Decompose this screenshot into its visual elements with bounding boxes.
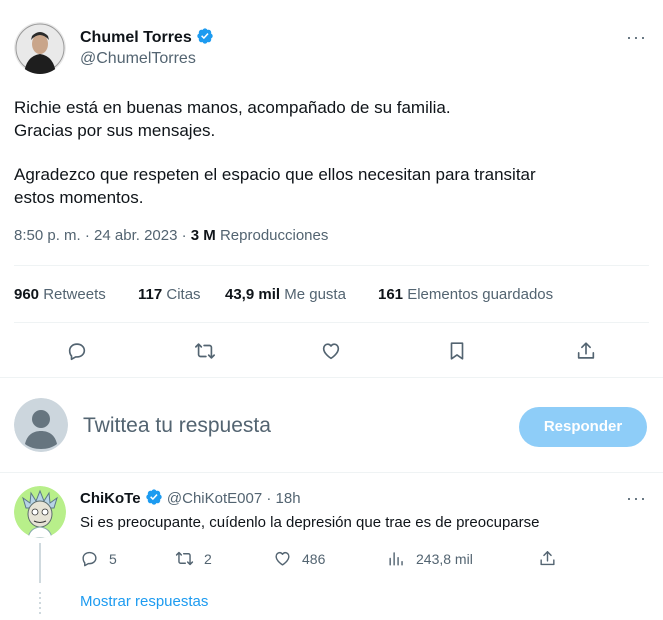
retweet-button[interactable] [194, 340, 216, 362]
stat-likes[interactable]: 43,9 mil Me gusta [225, 286, 346, 303]
author-avatar[interactable] [14, 22, 66, 74]
stat-quotes[interactable]: 117 Citas [138, 286, 201, 303]
show-replies-link[interactable]: Mostrar respuestas [80, 593, 208, 610]
more-icon[interactable]: ··· [626, 27, 647, 48]
divider [0, 472, 663, 473]
responder-button[interactable]: Responder [519, 407, 647, 447]
share-icon [540, 551, 555, 566]
stat-count: 161 [378, 286, 404, 303]
thread-line [39, 543, 41, 583]
tweet-meta: 8:50 p. m. · 24 abr. 2023 · 3 M Reproduc… [14, 227, 328, 244]
reply-header: ChiKoTe @ChiKotE007 · 18h [80, 488, 301, 507]
stat-count: 43,9 mil [225, 286, 281, 303]
reply-text: Si es preocupante, cuídenlo la depresión… [80, 514, 540, 531]
views-icon [389, 552, 403, 566]
reply-views-count: 243,8 mil [416, 550, 473, 567]
views-count: 3 M [190, 227, 216, 244]
reply-time[interactable]: · 18h [266, 490, 300, 507]
like-icon [275, 551, 290, 566]
bookmark-button[interactable] [446, 340, 468, 362]
reply-views-button[interactable]: 243,8 mil [387, 549, 473, 568]
reply-icon [68, 343, 86, 361]
reply-more-icon[interactable]: ··· [626, 488, 647, 509]
reply-author-handle[interactable]: @ChiKotE007 [167, 490, 262, 507]
tweet-timestamp[interactable]: 8:50 p. m. · 24 abr. 2023 · [14, 227, 187, 244]
stat-count: 117 [138, 286, 163, 303]
author-avatar-image [14, 22, 66, 74]
divider [14, 322, 649, 323]
divider [0, 377, 663, 378]
views-label: Reproducciones [219, 227, 329, 244]
retweet-icon [195, 343, 215, 359]
reply-retweet-button[interactable]: 2 [175, 549, 212, 568]
share-icon [577, 342, 595, 359]
stat-label: Elementos guardados [407, 286, 554, 303]
author-name-row: Chumel Torres [80, 27, 214, 47]
bookmark-icon [450, 342, 464, 360]
reply-author-avatar[interactable] [14, 486, 66, 538]
current-user-avatar [14, 398, 68, 452]
stat-retweets[interactable]: 960 Retweets [14, 286, 106, 303]
stat-label: Citas [166, 286, 201, 303]
thread-dots [39, 592, 41, 614]
stat-label: Retweets [43, 286, 106, 303]
tweet-text: Richie está en buenas manos, acompañado … [14, 96, 536, 209]
share-button[interactable] [575, 340, 597, 362]
divider [14, 265, 649, 266]
default-avatar-icon [14, 398, 68, 452]
reply-icon [82, 551, 97, 567]
stat-count: 960 [14, 286, 40, 303]
verified-badge-icon [146, 489, 162, 505]
tweet-text-line: Gracias por sus mensajes. [14, 121, 216, 140]
like-button[interactable] [320, 340, 342, 362]
like-icon [322, 343, 340, 360]
reply-share-button[interactable] [538, 549, 557, 568]
reply-author-name[interactable]: ChiKoTe [80, 490, 141, 507]
retweet-icon [175, 551, 194, 566]
reply-author-avatar-image [14, 486, 66, 538]
reply-retweets-count: 2 [204, 550, 212, 567]
reply-composer-input[interactable]: Twittea tu respuesta [83, 414, 271, 438]
tweet-text-line: Richie está en buenas manos, acompañado … [14, 98, 451, 117]
reply-reply-button[interactable]: 5 [80, 549, 117, 568]
reply-like-button[interactable]: 486 [273, 549, 325, 568]
tweet-text-line: Agradezco que respeten el espacio que el… [14, 165, 536, 184]
author-name[interactable]: Chumel Torres [80, 29, 192, 46]
reply-button[interactable] [66, 340, 88, 362]
stat-label: Me gusta [284, 286, 346, 303]
author-handle[interactable]: @ChumelTorres [80, 50, 196, 68]
tweet-text-line: estos momentos. [14, 188, 144, 207]
verified-badge-icon [197, 28, 213, 44]
reply-likes-count: 486 [302, 550, 326, 567]
stat-bookmarks[interactable]: 161 Elementos guardados [378, 286, 553, 303]
reply-replies-count: 5 [109, 550, 117, 567]
